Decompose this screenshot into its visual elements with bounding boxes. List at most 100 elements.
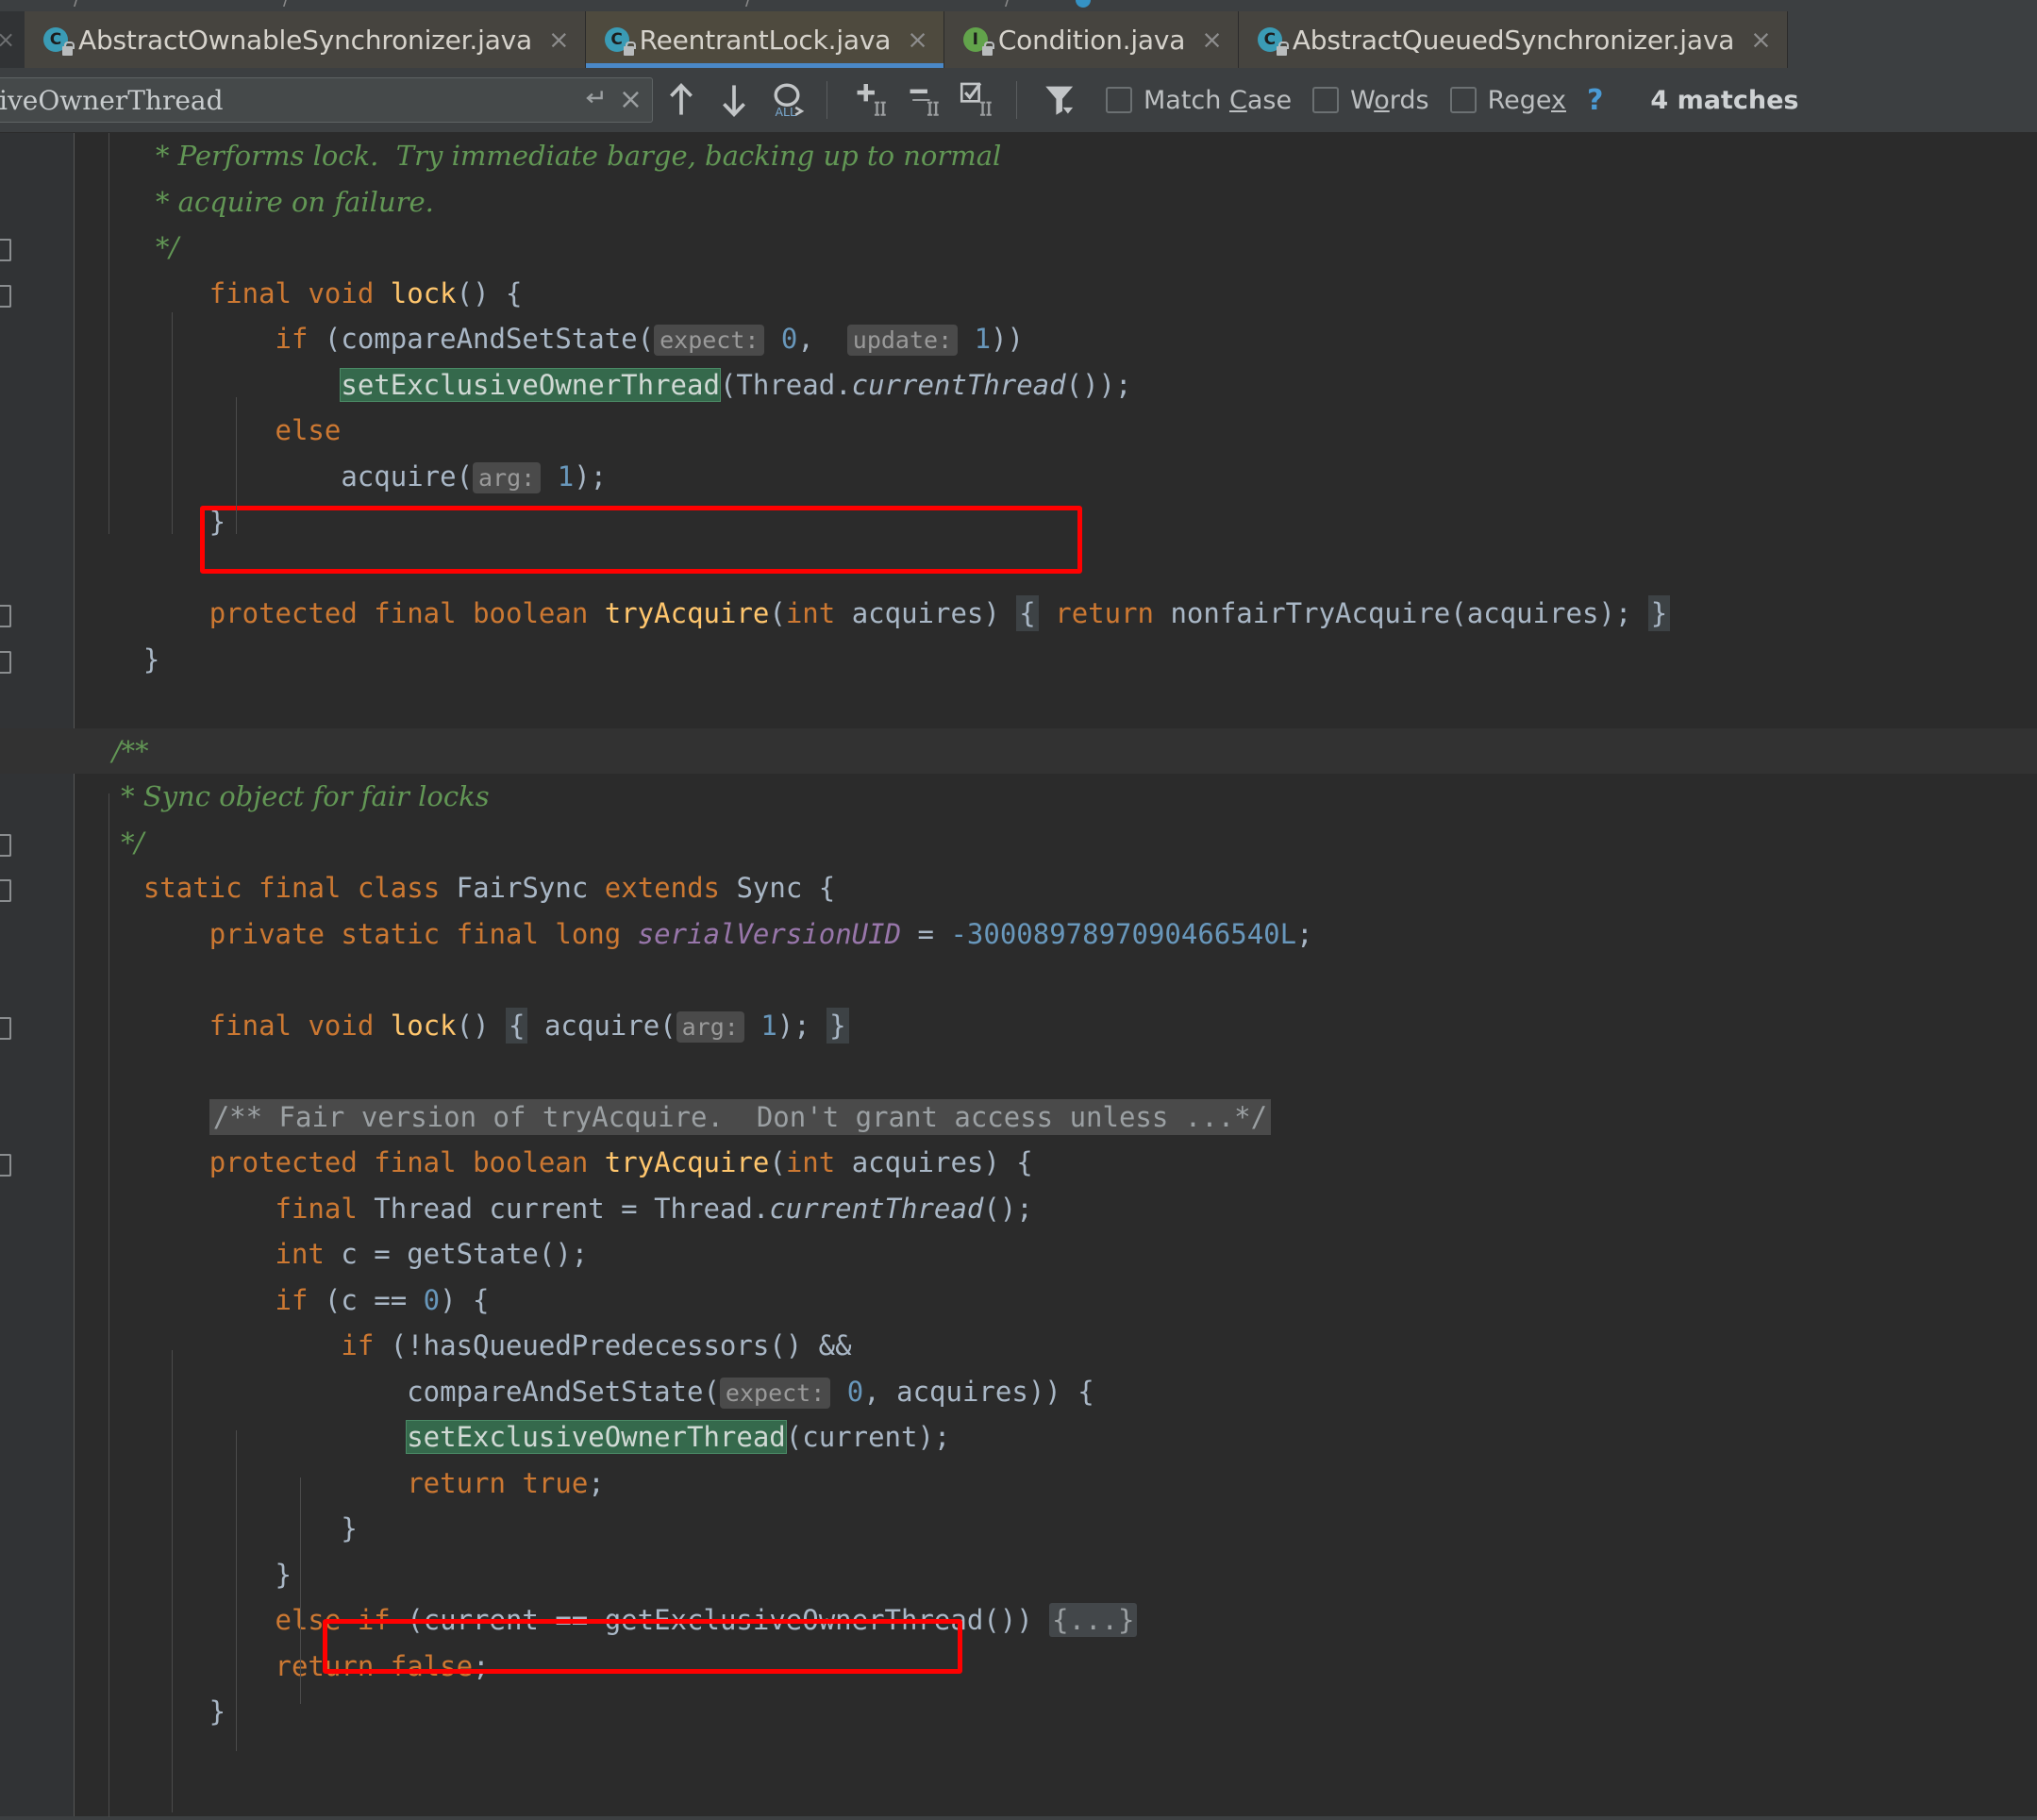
code-line[interactable]: protected final boolean tryAcquire(int a… <box>0 591 2037 637</box>
code-line[interactable]: final void lock() { <box>0 271 2037 317</box>
match-count-label: 4 matches <box>1650 85 1799 115</box>
code-token: tryAcquire <box>604 597 770 629</box>
code-line[interactable] <box>0 545 2037 592</box>
code-token: ( <box>769 597 786 629</box>
code-line[interactable]: final Thread current = Thread.currentThr… <box>0 1186 2037 1232</box>
code-token: true <box>522 1466 589 1499</box>
editor-tab-reentrantlock[interactable]: C ReentrantLock.java × <box>585 11 944 68</box>
code-line[interactable]: } <box>0 1552 2037 1598</box>
code-line[interactable]: return true; <box>0 1461 2037 1507</box>
code-line[interactable]: protected final boolean tryAcquire(int a… <box>0 1140 2037 1186</box>
add-selection-button[interactable] <box>846 75 895 125</box>
code-token: nonfairTryAcquire(acquires); <box>1154 597 1648 629</box>
code-line[interactable]: if (c == 0) { <box>0 1277 2037 1324</box>
code-line[interactable]: setExclusiveOwnerThread(current); <box>0 1414 2037 1461</box>
tab-bar-scroll-left-icon[interactable] <box>0 11 25 68</box>
code-line[interactable]: } <box>0 1689 2037 1735</box>
remove-selection-button[interactable] <box>899 75 948 125</box>
match-case-checkbox-box[interactable] <box>1106 87 1132 113</box>
code-editor[interactable]: * Performs lock. Try immediate barge, ba… <box>0 133 2037 1820</box>
code-token: () <box>456 1009 507 1042</box>
code-token: return <box>407 1466 506 1499</box>
words-checkbox[interactable]: Words <box>1312 86 1429 115</box>
code-line[interactable]: setExclusiveOwnerThread(Thread.currentTh… <box>0 362 2037 409</box>
code-line[interactable]: */ <box>0 225 2037 271</box>
code-line[interactable]: } <box>0 1506 2037 1552</box>
code-token: } <box>77 1695 226 1728</box>
code-token: { <box>1016 595 1039 631</box>
editor-tab-abstractqueuedsynchronizer[interactable]: C AbstractQueuedSynchronizer.java × <box>1238 11 1788 68</box>
editor-tab-close-icon[interactable]: × <box>1201 27 1223 53</box>
code-token: ( <box>769 1146 786 1178</box>
code-line[interactable]: if (!hasQueuedPredecessors() && <box>0 1323 2037 1369</box>
regex-checkbox-box[interactable] <box>1449 87 1477 113</box>
code-line[interactable] <box>0 1048 2037 1094</box>
select-all-in-editor-button[interactable] <box>952 75 1001 125</box>
code-line[interactable]: acquire(arg: 1); <box>0 454 2037 500</box>
code-line[interactable]: * Performs lock. Try immediate barge, ba… <box>0 133 2037 179</box>
code-token: extends <box>604 872 720 904</box>
code-token: 1 <box>557 459 575 493</box>
indent-guide <box>172 312 173 534</box>
find-next-button[interactable] <box>710 75 759 125</box>
code-line[interactable] <box>0 957 2037 1003</box>
select-all-occurrences-button[interactable]: ALL <box>762 75 811 125</box>
code-line[interactable] <box>0 682 2037 728</box>
code-line[interactable]: else <box>0 408 2037 454</box>
code-lines[interactable]: * Performs lock. Try immediate barge, ba… <box>0 133 2037 1820</box>
code-token: final <box>374 1146 457 1178</box>
match-case-checkbox[interactable]: Match Case <box>1106 86 1292 115</box>
editor-tab-abstractownablesynchronizer[interactable]: C AbstractOwnableSynchronizer.java × <box>25 11 586 68</box>
code-token: c = getState(); <box>324 1238 589 1270</box>
code-line[interactable]: /** Fair version of tryAcquire. Don't gr… <box>0 1094 2037 1141</box>
code-token: )) <box>991 323 1024 355</box>
code-token: */ <box>77 231 179 263</box>
regex-checkbox[interactable]: Regex <box>1449 86 1566 115</box>
editor-tab-close-icon[interactable]: × <box>1750 27 1772 53</box>
code-token: final <box>209 276 292 309</box>
words-checkbox-box[interactable] <box>1312 87 1340 113</box>
code-token: /** <box>77 734 149 767</box>
code-line[interactable]: return false; <box>0 1644 2037 1690</box>
code-line[interactable]: final void lock() { acquire(arg: 1); } <box>0 1003 2037 1049</box>
code-line[interactable]: } <box>0 637 2037 683</box>
code-line[interactable]: */ <box>0 820 2037 866</box>
code-line[interactable]: * acquire on failure. <box>0 179 2037 225</box>
clear-search-icon[interactable]: × <box>619 86 643 114</box>
code-token: expect: <box>719 1377 831 1409</box>
filter-button[interactable] <box>1036 75 1085 125</box>
editor-tab-condition[interactable]: I Condition.java × <box>943 11 1239 68</box>
code-line[interactable]: private static final long serialVersionU… <box>0 911 2037 958</box>
regex-help-icon[interactable]: ? <box>1587 84 1603 117</box>
new-line-icon[interactable] <box>581 86 606 115</box>
code-line[interactable]: * Sync object for fair locks <box>0 774 2037 820</box>
code-line[interactable]: static final class FairSync extends Sync… <box>0 865 2037 911</box>
search-input[interactable]: iveOwnerThread × <box>0 77 653 123</box>
breadcrumb-strip: / / / / <box>0 0 2037 11</box>
code-token: acquire( <box>77 459 474 493</box>
editor-tab-close-icon[interactable]: × <box>548 27 570 53</box>
code-token: if <box>357 1604 391 1636</box>
editor-tab-close-icon[interactable]: × <box>907 27 928 53</box>
code-line[interactable]: if (compareAndSetState(expect: 0, update… <box>0 316 2037 362</box>
code-token: (!hasQueuedPredecessors() && <box>374 1329 852 1361</box>
breadcrumb-separator: / <box>74 0 79 9</box>
java-interface-icon: I <box>962 27 994 56</box>
code-token: { <box>506 1007 528 1044</box>
find-previous-button[interactable] <box>657 75 706 125</box>
code-line[interactable]: } <box>0 499 2037 545</box>
search-input-value[interactable]: iveOwnerThread <box>0 85 568 116</box>
code-line[interactable]: else if (current == getExclusiveOwnerThr… <box>0 1597 2037 1644</box>
code-token: if <box>275 323 309 355</box>
code-token: ); <box>574 459 608 493</box>
code-line[interactable]: compareAndSetState(expect: 0, acquires))… <box>0 1369 2037 1415</box>
code-token: else <box>275 414 342 446</box>
code-line[interactable]: /** <box>0 727 2037 774</box>
code-line[interactable]: int c = getState(); <box>0 1231 2037 1277</box>
